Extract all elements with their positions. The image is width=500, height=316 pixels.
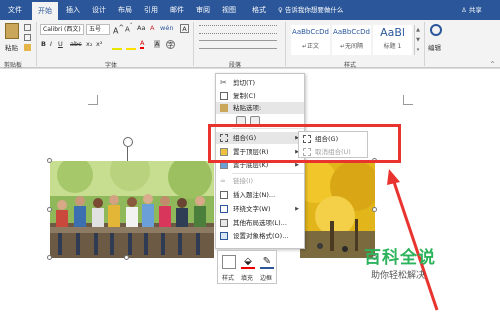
paste-icon[interactable] — [5, 23, 19, 39]
resize-handle[interactable] — [47, 255, 52, 260]
menu-item-paste-options[interactable]: 粘贴选项: — [216, 102, 304, 114]
ribbon-separator — [36, 22, 37, 66]
format-icon — [220, 232, 228, 240]
watermark-subtitle: 助你轻松解决 — [371, 271, 426, 281]
italic-button[interactable]: I — [50, 40, 52, 48]
menu-separator — [232, 173, 304, 174]
menu-item-insert-caption[interactable]: 插入题注(N)... — [216, 189, 304, 201]
shrink-font-icon[interactable]: Aˇ — [125, 24, 133, 33]
editing-button[interactable]: 编辑 — [428, 42, 441, 52]
alignment-buttons-row[interactable] — [199, 40, 277, 49]
fill-bucket-icon[interactable]: ⬙ — [241, 255, 255, 269]
menu-item-format-object[interactable]: 设置对象格式(O)... — [216, 230, 304, 242]
copy-icon — [220, 92, 228, 100]
rotate-handle-line — [127, 147, 128, 161]
lightbulb-icon: ♀ — [278, 6, 285, 14]
enclose-chars-icon[interactable]: 字 — [166, 40, 175, 49]
ribbon-separator — [424, 22, 425, 66]
tab-references[interactable]: 引用 — [138, 0, 164, 20]
tab-layout[interactable]: 布局 — [112, 0, 138, 20]
font-name-select[interactable]: Calibri (西文) — [40, 24, 84, 35]
photo-people-group[interactable] — [50, 161, 214, 258]
group-label-font: 字体 — [105, 62, 118, 69]
resize-handle[interactable] — [47, 207, 52, 212]
style-heading-1[interactable]: AaBl 标题 1 — [373, 25, 412, 55]
list-buttons-row[interactable] — [199, 25, 277, 34]
font-size-select[interactable]: 五号 — [86, 24, 110, 35]
caption-icon — [220, 191, 228, 199]
underline-button[interactable]: U — [58, 40, 63, 48]
submenu-arrow-icon: ▶ — [295, 206, 299, 212]
watermark-title: 百科全说 — [364, 248, 436, 268]
mini-border-label: 边框 — [260, 275, 273, 282]
tab-insert[interactable]: 插入 — [60, 0, 86, 20]
highlight-color-icon[interactable] — [126, 41, 136, 50]
superscript-button[interactable]: x² — [96, 40, 102, 48]
menu-item-wrap-text[interactable]: 环绕文字(W) ▶ — [216, 203, 304, 215]
format-painter-icon[interactable] — [24, 44, 31, 51]
group-label-clipboard: 剪贴板 — [4, 62, 23, 69]
annotation-arrow — [387, 169, 439, 311]
resize-handle[interactable] — [372, 207, 377, 212]
mini-style-label: 样式 — [222, 275, 235, 282]
menu-item-cut[interactable]: ✂ 剪切(T) — [216, 77, 304, 89]
styles-scroll[interactable]: ▲ ▼ ▾ — [414, 25, 421, 55]
ribbon-separator — [285, 22, 286, 66]
layout-icon — [220, 219, 228, 227]
cut-icon[interactable] — [24, 24, 31, 31]
group-label-styles: 样式 — [344, 62, 357, 69]
tab-design[interactable]: 设计 — [86, 0, 112, 20]
mini-toolbar: ⬙ ✎ 样式 填充 边框 — [217, 250, 277, 284]
ribbon-separator — [193, 22, 194, 66]
collapse-ribbon-icon[interactable]: ^ — [490, 61, 495, 68]
menu-item-copy[interactable]: 复制(C) — [216, 90, 304, 102]
menu-item-link[interactable]: ∞ 链接(I) — [216, 175, 304, 187]
phonetic-guide-icon[interactable]: wén — [160, 24, 173, 32]
link-icon: ∞ — [220, 177, 226, 185]
tab-home[interactable]: 开始 — [32, 2, 58, 20]
find-icon[interactable] — [430, 24, 442, 36]
margin-corner-mark — [403, 95, 413, 105]
char-border-icon[interactable]: A — [180, 24, 189, 33]
border-pen-icon[interactable]: ✎ — [260, 255, 274, 269]
subscript-button[interactable]: x₂ — [86, 40, 92, 48]
text-effects-icon[interactable] — [112, 41, 122, 50]
share-button[interactable]: ♙ 共享 — [461, 0, 482, 20]
highlight-box — [208, 124, 401, 163]
scissors-icon: ✂ — [220, 78, 227, 87]
tab-mailings[interactable]: 邮件 — [164, 0, 190, 20]
change-case-icon[interactable]: Aa — [137, 24, 145, 32]
resize-handle[interactable] — [47, 158, 52, 163]
person-icon: ♙ — [461, 6, 469, 14]
wrap-text-icon — [220, 205, 228, 213]
font-color-icon[interactable]: A — [140, 39, 145, 49]
rotate-handle[interactable] — [123, 137, 133, 147]
margin-corner-mark — [88, 95, 98, 105]
tab-format[interactable]: 格式 — [246, 0, 272, 20]
tell-me-search[interactable]: ♀ 告诉我你想要做什么 — [278, 0, 343, 20]
paste-button[interactable]: 粘贴 — [5, 42, 18, 52]
menu-item-more-layout[interactable]: 其他布局选项(L)... — [216, 217, 304, 229]
paste-icon — [220, 104, 228, 112]
tab-review[interactable]: 审阅 — [190, 0, 216, 20]
tab-file[interactable]: 文件 — [2, 0, 28, 20]
group-label-paragraph: 段落 — [229, 62, 242, 69]
mini-fill-label: 填充 — [241, 275, 254, 282]
grow-font-icon[interactable]: A^ — [113, 24, 124, 36]
copy-icon[interactable] — [24, 34, 31, 41]
tab-view[interactable]: 视图 — [216, 0, 242, 20]
clear-format-icon[interactable]: A — [150, 24, 154, 32]
bold-button[interactable]: B — [41, 40, 46, 48]
strikethrough-button[interactable]: abc — [70, 40, 82, 48]
style-picker-icon[interactable] — [222, 255, 236, 269]
style-normal[interactable]: AaBbCcDd ↵正文 — [291, 25, 330, 55]
resize-handle[interactable] — [124, 255, 129, 260]
style-no-spacing[interactable]: AaBbCcDd ↵无间隔 — [332, 25, 371, 55]
char-shading-icon[interactable]: A — [154, 40, 161, 48]
